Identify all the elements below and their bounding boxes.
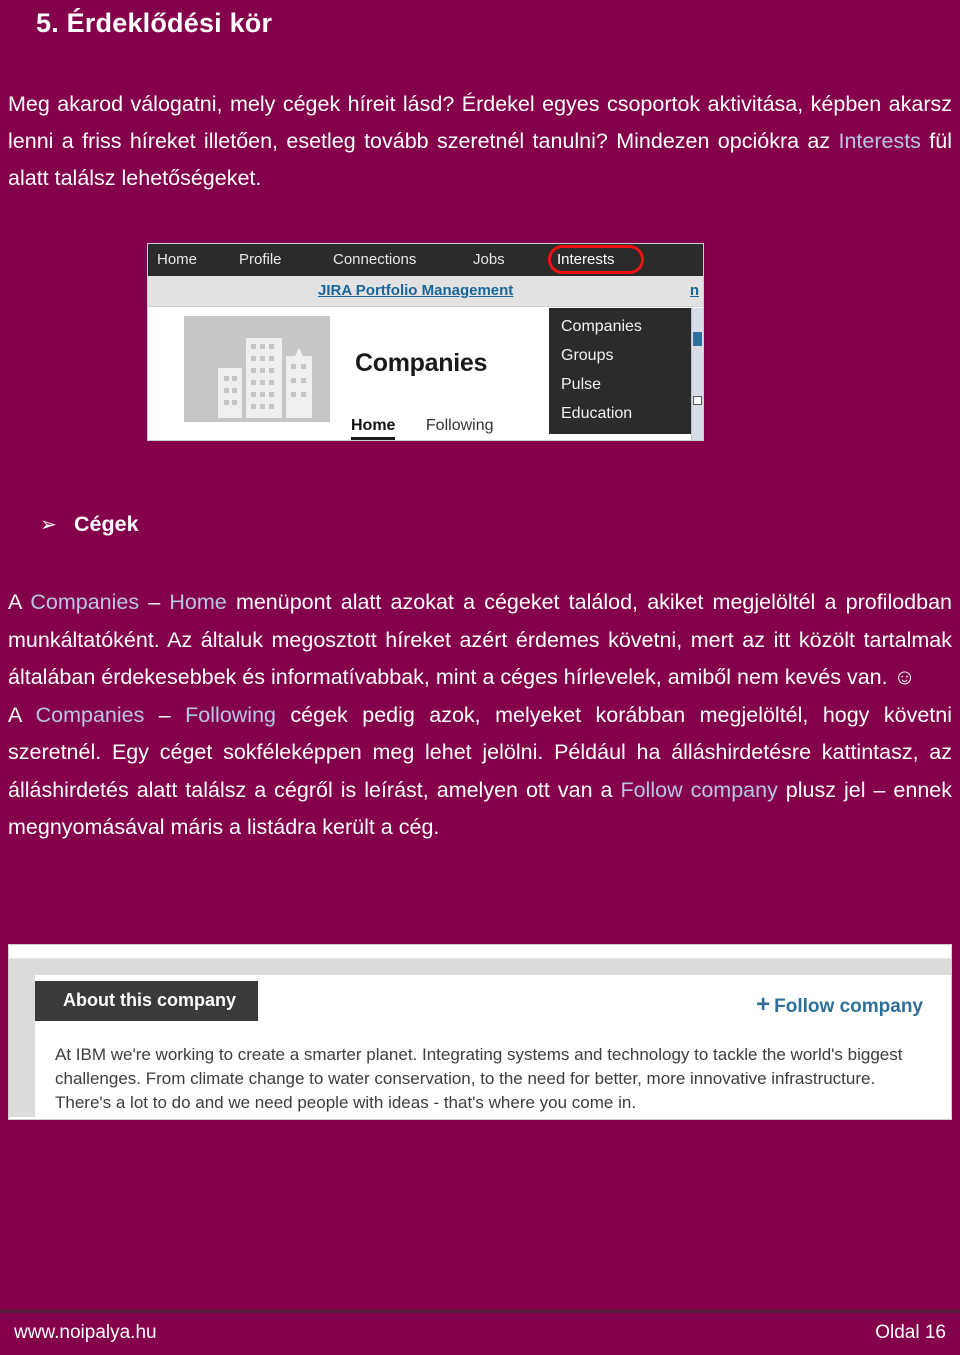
paragraph-companies-following: A Companies – Following cégek pedig azok…: [8, 697, 952, 847]
about-this-company-tab[interactable]: About this company: [35, 981, 259, 1021]
bullet-cegek: ➢ Cégek: [40, 512, 139, 537]
building-icon-right: [286, 356, 312, 418]
dropdown-item-companies[interactable]: Companies: [549, 312, 694, 341]
p1-highlight-home: Home: [169, 590, 227, 614]
p2-b: –: [144, 702, 186, 727]
dropdown-item-education[interactable]: Education: [549, 399, 694, 428]
linkedin-page-body: JIRA Portfolio Management n Companies Ho…: [148, 276, 703, 440]
intro-highlight-interests: Interests: [838, 129, 921, 153]
screenshot-linkedin-interests-menu: Home Profile Connections Jobs Interests …: [147, 243, 704, 441]
about-company-panel: About this company + Follow company At IB…: [9, 975, 951, 1117]
promo-link-tail[interactable]: n: [690, 282, 699, 299]
footer-page-number: Oldal 16: [875, 1322, 946, 1343]
intro-text-part1: Meg akarod válogatni, mely cégek híreit …: [8, 92, 952, 153]
nav-item-home[interactable]: Home: [157, 251, 197, 268]
p2-a: A: [8, 702, 36, 727]
p1-a: A: [8, 590, 31, 614]
promo-bar: JIRA Portfolio Management n: [148, 276, 703, 307]
screenshot-grey-strip: [9, 959, 951, 975]
footer-divider: [0, 1309, 960, 1313]
follow-company-button[interactable]: + Follow company: [756, 991, 923, 1019]
screenshot-about-this-company: About this company + Follow company At IB…: [8, 944, 952, 1120]
bullet-label: Cégek: [74, 512, 139, 536]
nav-item-connections[interactable]: Connections: [333, 251, 416, 268]
nav-item-jobs[interactable]: Jobs: [473, 251, 505, 268]
page-title: 5. Érdeklődési kör: [36, 8, 273, 38]
scrollbar-marker: [693, 332, 702, 346]
arrow-bullet-icon: ➢: [40, 514, 57, 536]
nav-item-profile[interactable]: Profile: [239, 251, 282, 268]
p2-highlight-companies: Companies: [35, 702, 145, 727]
scrollbar-thumb[interactable]: [693, 396, 702, 405]
building-icon-spire: [294, 348, 304, 358]
paragraph-companies-home: A Companies – Home menüpont alatt azokat…: [8, 584, 952, 697]
building-icon-center: [246, 338, 282, 418]
linkedin-top-navbar: Home Profile Connections Jobs Interests: [148, 244, 703, 276]
body-text-block: A Companies – Home menüpont alatt azokat…: [8, 584, 952, 847]
p1-b: –: [139, 590, 170, 614]
interests-dropdown-menu: Companies Groups Pulse Education: [549, 308, 694, 434]
p2-highlight-following: Following: [185, 702, 276, 727]
plus-icon: +: [756, 991, 771, 1018]
intro-paragraph: Meg akarod válogatni, mely cégek híreit …: [8, 86, 952, 197]
vertical-scrollbar[interactable]: [691, 308, 703, 440]
dropdown-item-pulse[interactable]: Pulse: [549, 370, 694, 399]
tab-following[interactable]: Following: [426, 417, 494, 435]
follow-company-label: Follow company: [774, 996, 923, 1017]
promo-link-jira-portfolio[interactable]: JIRA Portfolio Management: [318, 282, 513, 299]
building-icon-left: [218, 368, 242, 418]
company-description: At IBM we're working to create a smarter…: [55, 1045, 903, 1112]
left-rail: [9, 975, 35, 1117]
tab-home[interactable]: Home: [351, 417, 396, 440]
footer-website[interactable]: www.noipalya.hu: [14, 1322, 157, 1344]
p2-highlight-follow-company: Follow company: [620, 777, 778, 802]
nav-item-interests[interactable]: Interests: [557, 251, 615, 268]
company-tabs: Home Following: [351, 417, 520, 440]
company-logo-placeholder: [184, 316, 330, 422]
page-footer: www.noipalya.hu Oldal 16: [0, 1318, 960, 1352]
screenshot-top-strip: [9, 945, 951, 959]
p1-highlight-companies: Companies: [30, 590, 140, 614]
companies-page-title: Companies: [355, 349, 488, 377]
dropdown-item-groups[interactable]: Groups: [549, 341, 694, 370]
